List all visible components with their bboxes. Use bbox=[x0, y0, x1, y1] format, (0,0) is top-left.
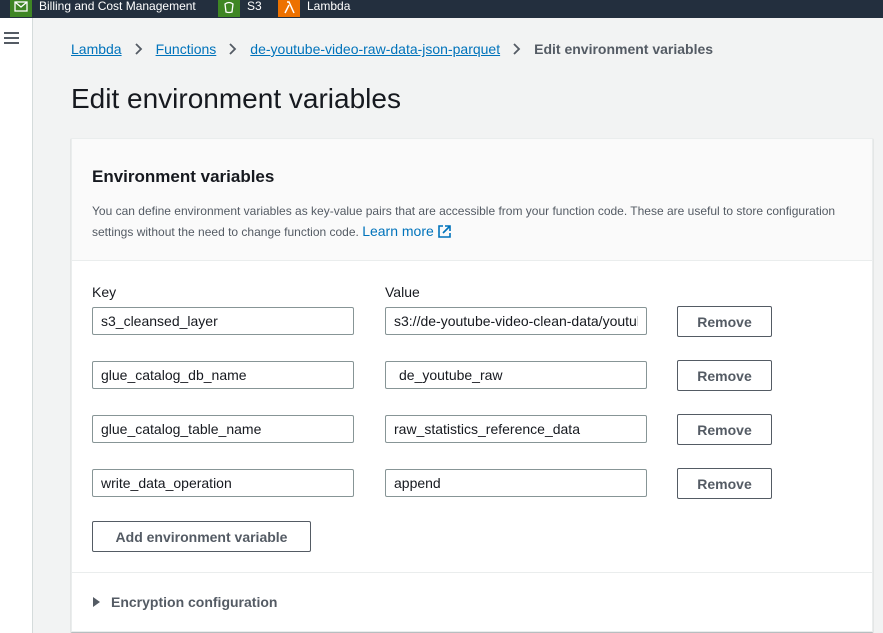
breadcrumb: Lambda Functions de-youtube-video-raw-da… bbox=[71, 41, 713, 57]
key-column-label: Key bbox=[92, 284, 117, 300]
section-title: Environment variables bbox=[92, 167, 275, 186]
side-navigation-collapsed bbox=[0, 18, 33, 633]
panel-header: Environment variables You can define env… bbox=[72, 139, 872, 261]
favorite-lambda[interactable]: Lambda bbox=[278, 0, 350, 18]
breadcrumb-functions[interactable]: Functions bbox=[156, 41, 217, 57]
divider bbox=[72, 572, 872, 573]
favorite-label: S3 bbox=[247, 0, 262, 13]
external-link-icon bbox=[437, 225, 451, 238]
caret-right-icon bbox=[93, 597, 100, 607]
env-value-input[interactable] bbox=[385, 307, 647, 335]
encryption-configuration-expander[interactable]: Encryption configuration bbox=[92, 594, 277, 610]
chevron-right-icon bbox=[134, 43, 142, 55]
chevron-right-icon bbox=[513, 43, 521, 55]
breadcrumb-lambda[interactable]: Lambda bbox=[71, 41, 122, 57]
add-environment-variable-button[interactable]: Add environment variable bbox=[92, 521, 311, 552]
learn-more-label: Learn more bbox=[362, 223, 434, 239]
favorite-s3[interactable]: S3 bbox=[218, 0, 262, 18]
env-value-input[interactable] bbox=[385, 469, 647, 497]
favorite-label: Lambda bbox=[307, 0, 351, 13]
billing-icon bbox=[10, 0, 32, 17]
lambda-icon bbox=[278, 0, 300, 17]
value-column-label: Value bbox=[385, 284, 420, 300]
env-key-input[interactable] bbox=[92, 469, 354, 497]
s3-icon bbox=[218, 0, 240, 17]
page-title: Edit environment variables bbox=[71, 83, 401, 114]
env-key-input[interactable] bbox=[92, 415, 354, 443]
env-value-input[interactable] bbox=[385, 361, 647, 389]
favorite-label: Billing and Cost Management bbox=[39, 0, 196, 13]
remove-button[interactable]: Remove bbox=[677, 414, 772, 445]
remove-button[interactable]: Remove bbox=[677, 468, 772, 499]
description-text: You can define environment variables as … bbox=[92, 204, 836, 239]
section-description: You can define environment variables as … bbox=[92, 201, 862, 242]
env-key-input[interactable] bbox=[92, 307, 354, 335]
remove-button[interactable]: Remove bbox=[677, 306, 772, 337]
env-value-input[interactable] bbox=[385, 415, 647, 443]
breadcrumb-current: Edit environment variables bbox=[534, 41, 714, 57]
favorite-billing[interactable]: Billing and Cost Management bbox=[10, 0, 196, 18]
learn-more-link[interactable]: Learn more bbox=[362, 223, 451, 239]
chevron-right-icon bbox=[229, 43, 237, 55]
menu-icon[interactable] bbox=[4, 32, 19, 44]
service-favorites-bar: Billing and Cost Management S3 Lambda bbox=[0, 0, 883, 18]
environment-variables-panel: Environment variables You can define env… bbox=[71, 138, 873, 632]
env-key-input[interactable] bbox=[92, 361, 354, 389]
remove-button[interactable]: Remove bbox=[677, 360, 772, 391]
breadcrumb-function-name[interactable]: de-youtube-video-raw-data-json-parquet bbox=[250, 41, 500, 57]
expander-label: Encryption configuration bbox=[111, 594, 278, 610]
